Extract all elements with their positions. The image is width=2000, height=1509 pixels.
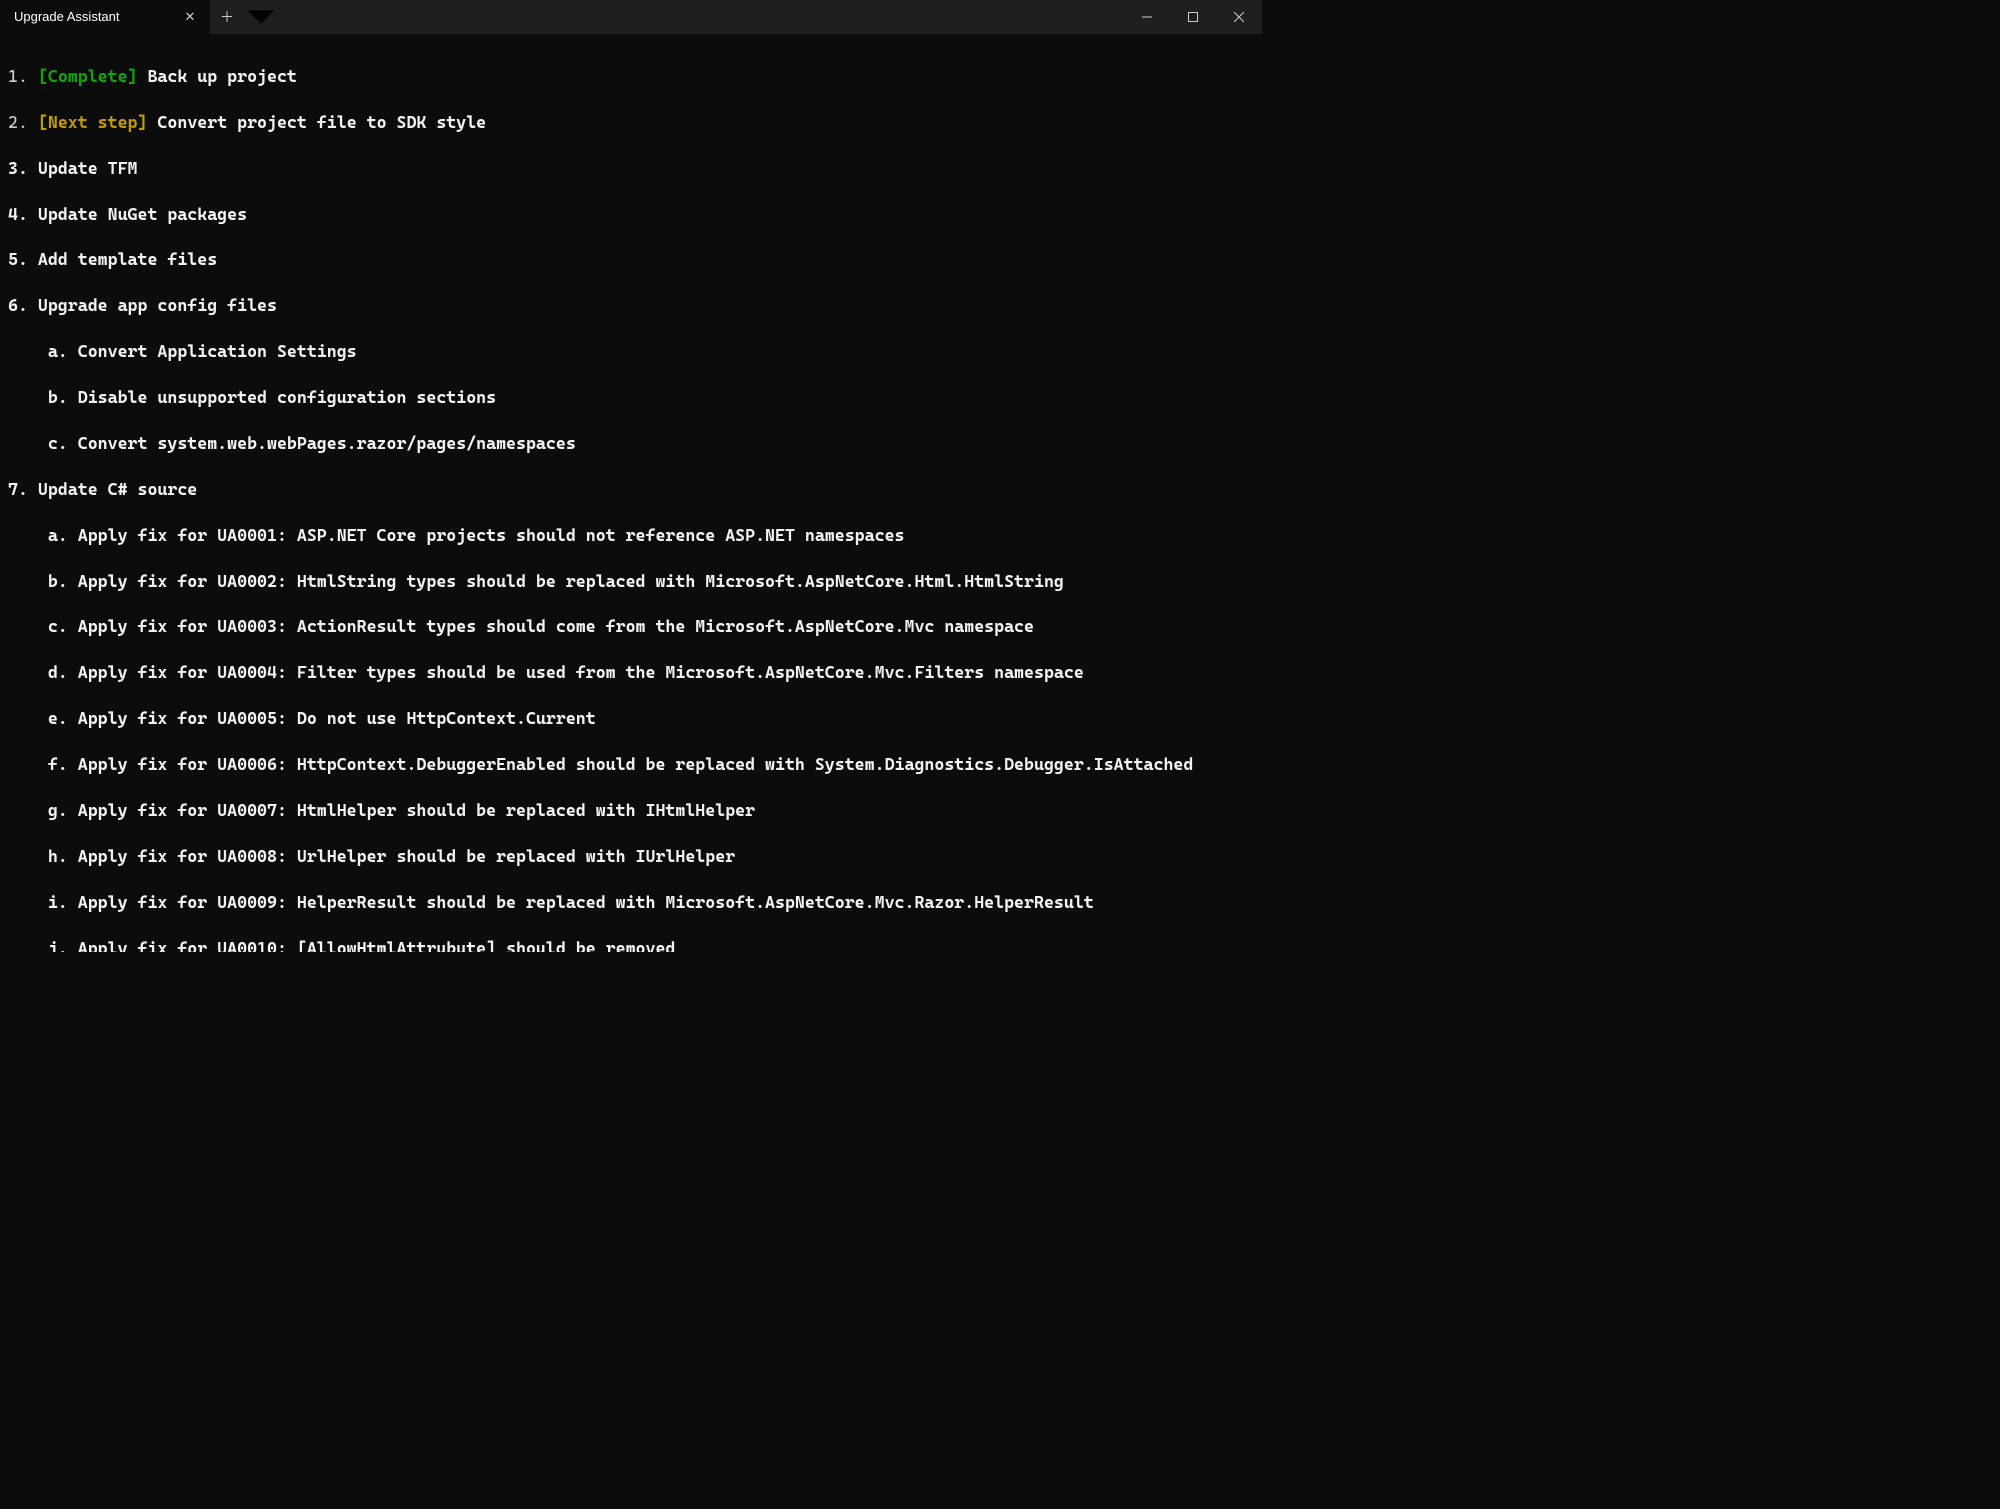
tab-title: Upgrade Assistant (14, 8, 172, 26)
status-next-step: [Next step] (38, 112, 148, 132)
step-7a: a. Apply fix for UA0001: ASP.NET Core pr… (8, 524, 1256, 547)
maximize-button[interactable] (1170, 0, 1216, 34)
terminal-window: Upgrade Assistant ✕ ＋ 1. [Complete] Back… (0, 0, 1262, 952)
step-6: 6. Upgrade app config files (8, 294, 1256, 317)
tab-dropdown-button[interactable] (244, 0, 278, 34)
step-7f: f. Apply fix for UA0006: HttpContext.Deb… (8, 753, 1256, 776)
terminal-output[interactable]: 1. [Complete] Back up project 2. [Next s… (0, 34, 1262, 952)
step-7d: d. Apply fix for UA0004: Filter types sh… (8, 661, 1256, 684)
step-1: 1. [Complete] Back up project (8, 65, 1256, 88)
step-7i: i. Apply fix for UA0009: HelperResult sh… (8, 891, 1256, 914)
new-tab-button[interactable]: ＋ (210, 0, 244, 34)
step-7e: e. Apply fix for UA0005: Do not use Http… (8, 707, 1256, 730)
status-complete: [Complete] (38, 66, 138, 86)
step-4: 4. Update NuGet packages (8, 203, 1256, 226)
tab-upgrade-assistant[interactable]: Upgrade Assistant ✕ (0, 0, 210, 34)
step-5: 5. Add template files (8, 248, 1256, 271)
step-7: 7. Update C# source (8, 478, 1256, 501)
step-7j: j. Apply fix for UA0010: [AllowHtmlAttru… (8, 937, 1256, 952)
titlebar: Upgrade Assistant ✕ ＋ (0, 0, 1262, 34)
step-7b: b. Apply fix for UA0002: HtmlString type… (8, 570, 1256, 593)
step-7h: h. Apply fix for UA0008: UrlHelper shoul… (8, 845, 1256, 868)
minimize-button[interactable] (1124, 0, 1170, 34)
step-7g: g. Apply fix for UA0007: HtmlHelper shou… (8, 799, 1256, 822)
step-7c: c. Apply fix for UA0003: ActionResult ty… (8, 615, 1256, 638)
close-window-button[interactable] (1216, 0, 1262, 34)
step-2: 2. [Next step] Convert project file to S… (8, 111, 1256, 134)
step-6b: b. Disable unsupported configuration sec… (8, 386, 1256, 409)
step-6a: a. Convert Application Settings (8, 340, 1256, 363)
close-tab-icon[interactable]: ✕ (180, 7, 200, 27)
titlebar-drag-region[interactable] (278, 0, 1124, 34)
step-3: 3. Update TFM (8, 157, 1256, 180)
step-6c: c. Convert system.web.webPages.razor/pag… (8, 432, 1256, 455)
